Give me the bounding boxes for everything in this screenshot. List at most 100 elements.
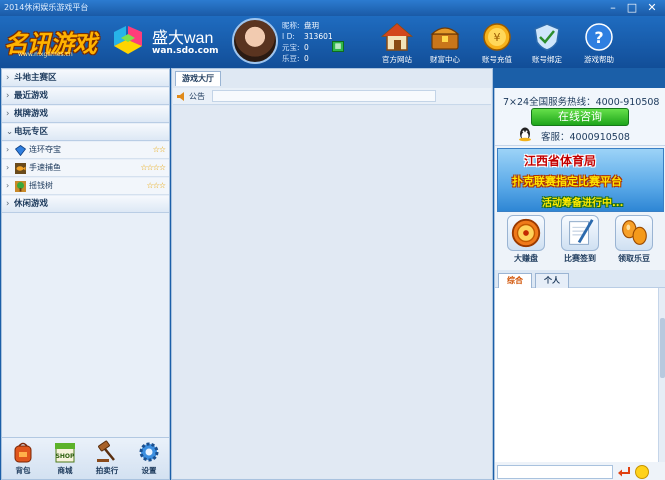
avatar[interactable] (232, 18, 278, 64)
category-doudizhu[interactable]: › 斗地主赛区 (2, 70, 169, 87)
right-sidebar: 7×24全国服务热线：4000-910508 在线咨询 客服：400091050… (494, 88, 665, 480)
service-box: 7×24全国服务热线：4000-910508 在线咨询 客服：400091050… (495, 88, 665, 146)
arrow-right-icon: › (6, 199, 10, 209)
nickname-value: 盘玥 (304, 21, 319, 30)
arrow-down-icon: ⌄ (6, 127, 14, 137)
toolbar-label: 背包 (15, 466, 31, 475)
chat-scrollbar[interactable] (658, 288, 665, 462)
pen-icon (561, 215, 599, 251)
partner-logo[interactable]: 盛大wan wan.sdo.com (112, 24, 222, 60)
partner-domain: wan.sdo.com (152, 46, 219, 56)
settings-button[interactable]: 设置 (130, 440, 168, 476)
tab-game-hall[interactable]: 游戏大厅 (175, 71, 221, 86)
mingxun-logo[interactable]: 名讯游戏 www.mxgames.cn (4, 24, 108, 60)
partner-brand: 盛大wan (152, 30, 214, 47)
chat-input[interactable] (497, 465, 613, 479)
auction-button[interactable]: 拍卖行 (88, 440, 126, 476)
nav-account-bind[interactable]: 账号绑定 (524, 22, 570, 66)
chat-tabs: 综合 个人 (495, 270, 665, 288)
shield-icon (534, 23, 560, 51)
category-arcade[interactable]: ⌄电玩专区 (2, 124, 169, 141)
game-item[interactable]: › 连环夺宝 ☆☆ (2, 142, 169, 159)
yuanbao-value: 0 (304, 43, 309, 52)
category-label: 最近游戏 (14, 91, 49, 101)
send-icon[interactable] (617, 465, 631, 479)
action-label: 大赚盘 (514, 254, 538, 263)
promo-banner[interactable]: 江西省体育局 扑克联赛指定比赛平台 活动筹备进行中... (497, 148, 664, 212)
kefu-text: 客服：4000910508 (541, 132, 630, 143)
user-info: 昵称: 盘玥 I D: 313601 元宝: 0 乐豆: 0 (282, 20, 333, 64)
shop-button[interactable]: SHOP 商城 (46, 440, 84, 476)
match-signin-button[interactable]: 比赛签到 (555, 215, 605, 264)
lucky-wheel-button[interactable]: 大赚盘 (501, 215, 551, 264)
gavel-icon (97, 440, 115, 462)
left-sidebar: › 斗地主赛区 › 最近游戏 › 棋牌游戏 ⌄电玩专区 › 连环夺宝 ☆☆ › 手速捕… (1, 68, 170, 480)
game-hall-content[interactable] (173, 106, 491, 478)
tree-icon (15, 181, 26, 192)
banner-title: 江西省体育局 (524, 154, 597, 168)
banner-subtitle: 扑克联赛指定比赛平台 (512, 175, 622, 188)
action-label: 比赛签到 (564, 254, 596, 263)
scrollbar-thumb[interactable] (660, 318, 665, 378)
game-item[interactable]: › 手速捕鱼 ☆☆☆☆ (2, 160, 169, 177)
nav-official-site[interactable]: 官方网站 (374, 22, 420, 66)
notice-content (212, 90, 436, 102)
treasure-chest-icon (430, 27, 460, 50)
ledou-label: 乐豆: (282, 54, 300, 63)
category-casual-games[interactable]: › 休闲游戏 (2, 196, 169, 213)
game-item[interactable]: › 摇钱树 ☆☆☆ (2, 178, 169, 195)
notice-bar: 公告 (173, 88, 491, 105)
game-name: 摇钱树 (29, 181, 53, 190)
backpack-icon (14, 442, 32, 463)
toolbar-label: 商城 (57, 466, 73, 475)
bottom-toolbar: 背包 SHOP 商城 拍卖行 设置 (2, 437, 169, 479)
nickname-label: 昵称: (282, 21, 300, 30)
category-recent-games[interactable]: › 最近游戏 (2, 88, 169, 105)
category-label: 斗地主赛区 (14, 73, 57, 83)
game-hall-panel: 游戏大厅 公告 (171, 68, 493, 480)
nav-label: 财富中心 (430, 55, 460, 64)
arrow-right-icon: › (6, 73, 10, 83)
tab-personal[interactable]: 个人 (535, 273, 569, 288)
tab-general[interactable]: 综合 (498, 273, 532, 288)
toolbar-label: 设置 (141, 466, 157, 475)
nav-recharge[interactable]: ¥ 账号充值 (474, 22, 520, 66)
category-board-card[interactable]: › 棋牌游戏 (2, 106, 169, 123)
hotline-text: 7×24全国服务热线：4000-910508 (503, 97, 660, 108)
arrow-right-icon: › (6, 91, 10, 101)
id-value: 313601 (304, 32, 333, 41)
claim-ledou-button[interactable]: 领取乐豆 (609, 215, 659, 264)
close-button[interactable]: ✕ (642, 1, 662, 15)
gem-icon (15, 145, 26, 156)
qq-penguin-icon[interactable] (517, 126, 533, 142)
maximize-button[interactable]: □ (622, 1, 642, 15)
nav-label: 官方网站 (382, 55, 412, 64)
id-label: I D: (282, 32, 295, 41)
coin-icon: ¥ (483, 23, 511, 51)
nav-game-help[interactable]: ? 游戏帮助 (576, 22, 622, 66)
window-title: 2014休闲娱乐游戏平台 (4, 3, 89, 12)
backpack-button[interactable]: 背包 (4, 440, 42, 476)
minimize-button[interactable]: – (603, 1, 623, 15)
fish-icon (15, 163, 26, 174)
online-consult-button[interactable]: 在线咨询 (531, 108, 629, 126)
nav-label: 账号绑定 (532, 55, 562, 64)
nav-wealth-center[interactable]: 财富中心 (422, 22, 468, 66)
category-label: 电玩专区 (14, 127, 49, 137)
arrow-right-icon: › (6, 109, 10, 119)
category-label: 棋牌游戏 (14, 109, 49, 119)
emoji-icon[interactable] (635, 465, 649, 479)
speaker-icon (177, 92, 184, 101)
notice-label: 公告 (189, 92, 205, 101)
game-rating: ☆☆ (152, 145, 166, 154)
action-label: 领取乐豆 (618, 254, 650, 263)
qr-icon[interactable]: ▦ (332, 41, 344, 52)
game-name: 手速捕鱼 (29, 163, 61, 172)
svg-text:?: ? (594, 28, 603, 47)
wheel-icon (507, 215, 545, 251)
chat-messages[interactable] (495, 288, 658, 462)
banner-status: 活动筹备进行中... (542, 198, 624, 209)
house-icon (381, 23, 413, 51)
yuanbao-label: 元宝: (282, 43, 300, 52)
nav-label: 游戏帮助 (584, 55, 614, 64)
